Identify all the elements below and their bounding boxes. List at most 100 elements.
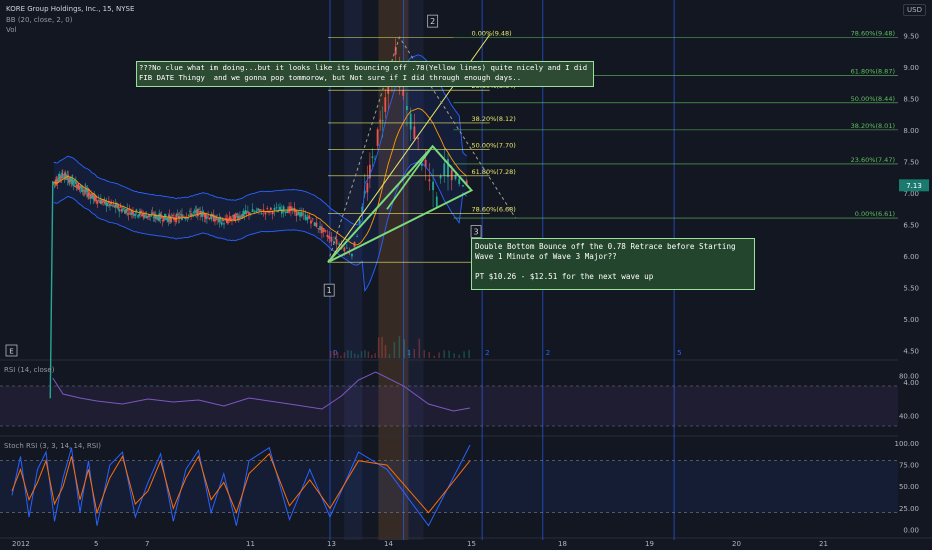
volume-bar [340, 355, 342, 358]
candle-body [273, 207, 276, 211]
time-axis-tick: 15 [467, 540, 476, 548]
fib-extension-label: 50.00%(8.44) [851, 95, 895, 103]
candle-body [126, 209, 129, 211]
fib-retracement-label: 78.60%(6.68) [472, 206, 516, 214]
candle-body [458, 178, 461, 185]
candle-body [132, 211, 134, 215]
chart-title: KORE Group Holdings, Inc., 15, NYSE [6, 5, 135, 13]
fib-retracement-label: 61.80%(7.28) [472, 168, 516, 176]
volume-bar [381, 336, 383, 358]
annotation-top-note[interactable]: ???No clue what im doing...but it looks … [136, 61, 594, 87]
volume-bar [357, 354, 359, 358]
candle-body [127, 213, 130, 215]
candle-body [321, 226, 323, 234]
candle-body [122, 208, 125, 210]
volume-bar [463, 351, 465, 358]
candle-body [207, 215, 209, 217]
volume-bar [418, 338, 421, 358]
candle-body [343, 247, 346, 252]
candle-body [259, 209, 261, 211]
candle-body [134, 214, 137, 216]
candle-body [102, 200, 105, 203]
time-axis-tick: 7 [145, 540, 149, 548]
candle-body [253, 211, 256, 213]
rsi-pane-label[interactable]: RSI (14, close) [4, 366, 54, 374]
candle-body [117, 204, 119, 209]
time-axis-tick: 13 [327, 540, 336, 548]
candle-body [279, 206, 281, 211]
bb-indicator-label[interactable]: BB (20, close, 2, 0) [6, 16, 73, 24]
candle-body [112, 203, 115, 205]
candle-body [402, 90, 405, 96]
candle-body [345, 247, 348, 249]
candle-body [96, 201, 99, 204]
stoch-axis-tick: 75.00 [899, 462, 919, 470]
candle-body [143, 214, 146, 218]
candle-body [257, 208, 260, 211]
volume-bar [330, 350, 332, 358]
fib-retracement-label: 0.00%(9.48) [472, 29, 512, 37]
fib-extension-label: 61.80%(8.87) [851, 68, 895, 76]
fib-extension-label: 78.60%(9.48) [851, 29, 895, 37]
volume-bar [413, 348, 416, 358]
candle-body [187, 214, 190, 217]
candle-body [308, 215, 311, 219]
candle-body [409, 113, 412, 130]
volume-bar [428, 351, 430, 358]
candle-body [317, 228, 320, 229]
candle-body [152, 217, 155, 218]
candle-body [428, 179, 431, 182]
candle-body [300, 212, 303, 217]
price-axis-tick: 5.50 [903, 285, 919, 293]
candle-body [97, 199, 100, 201]
stoch-axis-tick: 0.00 [903, 527, 919, 535]
rsi-axis-tick: 80.00 [899, 373, 919, 381]
candle-body [280, 209, 283, 214]
candle-body [269, 207, 272, 210]
candle-body [235, 213, 238, 216]
candle-body [286, 210, 289, 214]
candle-body [284, 211, 287, 213]
candle-body [311, 218, 314, 220]
candle-body [351, 253, 353, 257]
candle-body [371, 156, 374, 158]
volume-bar [353, 353, 356, 358]
annotation-bottom-note[interactable]: Double Bottom Bounce off the 0.78 Retrac… [471, 238, 755, 290]
volume-bar [343, 352, 346, 358]
candle-body [206, 216, 208, 219]
volume-bar [388, 354, 391, 358]
candle-body [198, 208, 200, 210]
candle-body [255, 210, 258, 213]
stoch-rsi-pane-label[interactable]: Stoch RSI (3, 3, 14, 14, RSI) [4, 442, 101, 450]
time-axis-tick: 2012 [12, 540, 30, 548]
candle-body [216, 219, 219, 221]
candle-body [304, 214, 307, 220]
price-axis-tick: 8.00 [903, 127, 919, 135]
rsi-band [0, 386, 898, 426]
candle-body [129, 212, 132, 215]
price-axis-tick: 4.50 [903, 348, 919, 356]
candle-body [417, 137, 420, 139]
time-axis-tick: 11 [246, 540, 255, 548]
time-axis-tick: 19 [645, 540, 654, 548]
volume-bar [371, 354, 373, 358]
volume-bar [360, 351, 363, 358]
volume-bar [377, 337, 380, 358]
candle-body [266, 208, 269, 209]
fib-extension-label: 23.60%(7.47) [851, 156, 895, 164]
candle-body [295, 209, 298, 217]
price-axis-tick: 6.50 [903, 222, 919, 230]
volume-bar [433, 355, 435, 358]
candle-body [462, 185, 464, 187]
fib-retracement-label: 38.20%(8.12) [472, 115, 516, 123]
volume-bar [453, 353, 455, 358]
candle-body [111, 204, 114, 206]
last-price-label: 7.13 [906, 182, 922, 190]
candle-body [432, 181, 434, 191]
candle-body [260, 213, 263, 215]
volume-indicator-label[interactable]: Vol [6, 26, 16, 34]
candle-body [315, 222, 318, 227]
currency-badge[interactable]: USD [903, 4, 926, 16]
candle-body [306, 216, 309, 221]
candle-body [413, 126, 416, 139]
